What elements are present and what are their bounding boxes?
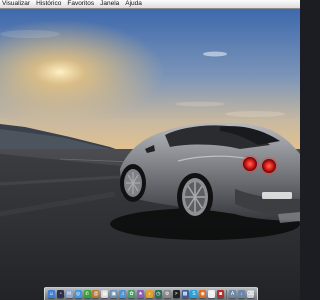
dashboard-icon[interactable]: ◔ (56, 290, 64, 298)
skype-icon[interactable]: S (190, 290, 198, 298)
finder-icon[interactable]: ☺ (47, 290, 55, 298)
applications-stack-icon[interactable]: A (228, 290, 236, 298)
menu-bar: Visualizar Histórico Favoritos Janela Aj… (0, 0, 300, 9)
garageband-icon[interactable]: ♪ (145, 290, 153, 298)
menu-janela[interactable]: Janela (98, 0, 123, 8)
menu-ajuda[interactable]: Ajuda (123, 0, 146, 8)
desktop-wallpaper (0, 9, 300, 300)
trash-icon[interactable]: ⌫ (247, 290, 254, 298)
address-book-icon[interactable]: @ (92, 290, 100, 298)
firefox-icon[interactable]: ◉ (199, 290, 207, 298)
itunes-icon[interactable]: ♫ (119, 290, 127, 298)
ichat-icon[interactable]: ✆ (83, 290, 91, 298)
ical-icon[interactable]: ▦ (101, 290, 109, 298)
photo-booth-icon[interactable]: ◙ (217, 290, 225, 298)
dock-separator (226, 289, 228, 299)
menu-visualizar[interactable]: Visualizar (0, 0, 34, 8)
spaces-icon[interactable]: ▩ (181, 290, 189, 298)
downloads-stack-icon[interactable]: ↓ (237, 290, 245, 298)
textedit-icon[interactable]: ✎ (208, 290, 216, 298)
time-machine-icon[interactable]: ◷ (154, 290, 162, 298)
mail-icon[interactable]: ✉ (65, 290, 73, 298)
imovie-icon[interactable]: ★ (137, 290, 145, 298)
safari-icon[interactable]: ◎ (74, 290, 82, 298)
preview-icon[interactable]: ▣ (110, 290, 118, 298)
system-preferences-icon[interactable]: ⚙ (163, 290, 171, 298)
iphoto-icon[interactable]: ✿ (128, 290, 136, 298)
wallpaper-image (0, 9, 300, 300)
dock: ☺ ◔ ✉ ◎ ✆ @ ▦ ▣ ♫ ✿ ★ ♪ ◷ ⚙ > ▩ S ◉ ✎ ◙ A ↓ ⌫ (44, 287, 258, 300)
terminal-icon[interactable]: > (172, 290, 180, 298)
menu-historico[interactable]: Histórico (34, 0, 65, 8)
menu-favoritos[interactable]: Favoritos (65, 0, 98, 8)
